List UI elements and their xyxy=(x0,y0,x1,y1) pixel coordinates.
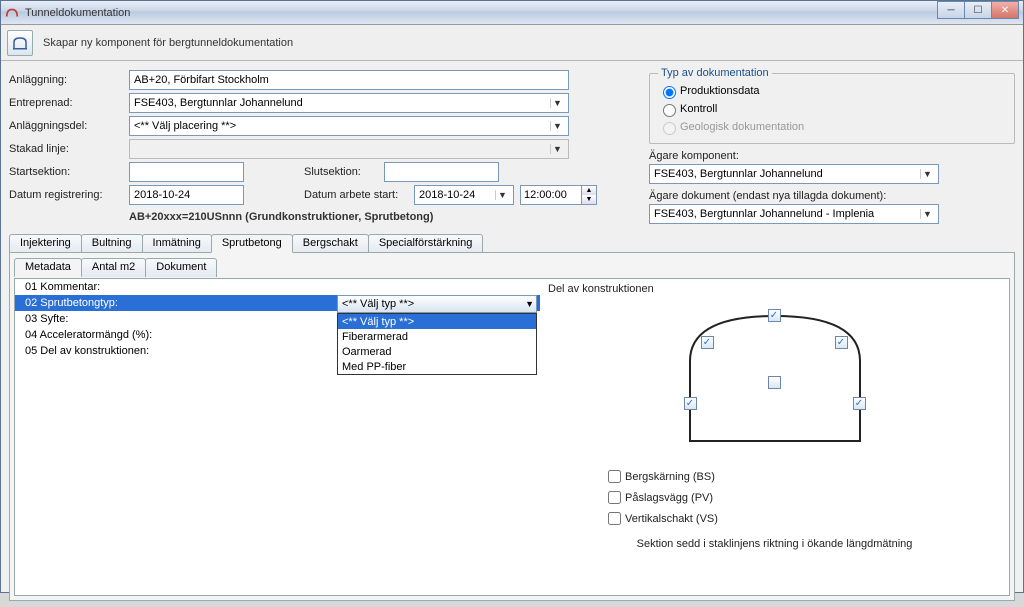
meta-row-kommentar[interactable]: 01 Kommentar: xyxy=(15,279,540,295)
time-field[interactable] xyxy=(520,185,582,205)
main-tabs: Injektering Bultning Inmätning Sprutbeto… xyxy=(9,233,1015,601)
radio-kontroll[interactable] xyxy=(663,104,676,117)
chevron-down-icon: ▼ xyxy=(550,144,564,154)
chevron-down-icon: ▼ xyxy=(920,209,934,219)
dd-option-med-pp-fiber[interactable]: Med PP-fiber xyxy=(338,359,536,374)
tunnel-check-right[interactable]: ✓ xyxy=(853,397,866,410)
sprutbetongtyp-dropdown[interactable]: <** Välj typ **> Fiberarmerad Oarmerad M… xyxy=(337,313,537,375)
form-right: Typ av dokumentation Produktionsdata Kon… xyxy=(629,67,1015,227)
minimize-button[interactable] xyxy=(937,1,965,19)
doc-type-legend: Typ av dokumentation xyxy=(658,67,772,79)
window-buttons xyxy=(938,1,1019,19)
konstruktion-checks: Bergskärning (BS) Påslagsvägg (PV) Verti… xyxy=(604,467,1001,528)
tunnel-check-top[interactable]: ✓ xyxy=(768,309,781,322)
chevron-down-icon: ▼ xyxy=(525,299,534,309)
konstruktion-note: Sektion sedd i staklinjens riktning i ök… xyxy=(548,538,1001,550)
datumarb-date[interactable]: 2018-10-24 ▼ xyxy=(414,185,514,205)
form-left: Anläggning: AB+20, Förbifart Stockholm E… xyxy=(9,67,629,227)
chevron-down-icon: ▼ xyxy=(550,98,564,108)
tunnel-check-upper-right[interactable]: ✓ xyxy=(835,336,848,349)
subtab-metadata[interactable]: Metadata xyxy=(14,258,82,277)
chevron-down-icon: ▼ xyxy=(495,190,509,200)
sub-tabstrip: Metadata Antal m2 Dokument xyxy=(14,257,1010,276)
metadata-list-pane: 01 Kommentar: 02 Sprutbetongtyp: 03 Syft… xyxy=(15,279,540,595)
dd-option-fiberarmerad[interactable]: Fiberarmerad xyxy=(338,329,536,344)
entreprenad-combo[interactable]: FSE403, Bergtunnlar Johannelund ▼ xyxy=(129,93,569,113)
toolbar-subtitle: Skapar ny komponent för bergtunneldokume… xyxy=(43,37,293,49)
summary-line: AB+20xxx=210USnnn (Grundkonstruktioner, … xyxy=(129,211,629,223)
stakadlinje-combo[interactable]: ▼ xyxy=(129,139,569,159)
subtab-dokument[interactable]: Dokument xyxy=(145,258,217,277)
anlaggningsdel-label: Anläggningsdel: xyxy=(9,120,129,132)
subtab-antal-m2[interactable]: Antal m2 xyxy=(81,258,146,277)
maximize-button[interactable] xyxy=(964,1,992,19)
stakadlinje-label: Stakad linje: xyxy=(9,143,129,155)
tunnel-check-center[interactable] xyxy=(768,376,781,389)
form-area: Anläggning: AB+20, Förbifart Stockholm E… xyxy=(9,67,1015,227)
tunnel-check-upper-left[interactable]: ✓ xyxy=(701,336,714,349)
konstruktion-title: Del av konstruktionen xyxy=(548,283,1001,295)
tab-sprutbetong[interactable]: Sprutbetong xyxy=(211,234,293,253)
owner-komponent-label: Ägare komponent: xyxy=(649,150,1015,162)
titlebar: Tunneldokumentation xyxy=(1,1,1023,25)
chevron-down-icon: ▼ xyxy=(920,169,934,179)
startsektion-field[interactable] xyxy=(129,162,244,182)
entreprenad-label: Entreprenad: xyxy=(9,97,129,109)
datumarb-label: Datum arbete start: xyxy=(304,189,414,201)
radio-produktionsdata[interactable] xyxy=(663,86,676,99)
anlaggning-field[interactable]: AB+20, Förbifart Stockholm xyxy=(129,70,569,90)
dd-option-oarmerad[interactable]: Oarmerad xyxy=(338,344,536,359)
startsektion-label: Startsektion: xyxy=(9,166,129,178)
app-icon xyxy=(5,6,19,20)
chevron-down-icon: ▼ xyxy=(550,121,564,131)
datumreg-field[interactable]: 2018-10-24 xyxy=(129,185,244,205)
window-title: Tunneldokumentation xyxy=(25,7,130,19)
tab-specialforstarkning[interactable]: Specialförstärkning xyxy=(368,234,484,253)
owner-dokument-combo[interactable]: FSE403, Bergtunnlar Johannelund - Implen… xyxy=(649,204,939,224)
owner-komponent-combo[interactable]: FSE403, Bergtunnlar Johannelund ▼ xyxy=(649,164,939,184)
tunnel-diagram: ✓ ✓ ✓ ✓ ✓ xyxy=(670,301,880,461)
slutsektion-field[interactable] xyxy=(384,162,499,182)
toolbar: Skapar ny komponent för bergtunneldokume… xyxy=(1,25,1023,61)
check-paslagsvagg[interactable] xyxy=(608,491,621,504)
tab-inmatning[interactable]: Inmätning xyxy=(142,234,212,253)
spin-buttons[interactable]: ▲▼ xyxy=(582,185,597,205)
dd-option-valj-typ[interactable]: <** Välj typ **> xyxy=(338,314,536,329)
konstruktion-pane: Del av konstruktionen ✓ ✓ ✓ ✓ ✓ xyxy=(540,279,1009,595)
tab-bultning[interactable]: Bultning xyxy=(81,234,143,253)
check-bergskarning[interactable] xyxy=(608,470,621,483)
datumreg-label: Datum registrering: xyxy=(9,189,129,201)
app-window: Tunneldokumentation Skapar ny komponent … xyxy=(0,0,1024,593)
main-tabpanel: Metadata Antal m2 Dokument 01 Kommentar:… xyxy=(9,252,1015,601)
main-tabstrip: Injektering Bultning Inmätning Sprutbeto… xyxy=(9,233,1015,252)
anlaggningsdel-combo[interactable]: <** Välj placering **> ▼ xyxy=(129,116,569,136)
tunnel-check-left[interactable]: ✓ xyxy=(684,397,697,410)
close-button[interactable] xyxy=(991,1,1019,19)
slutsektion-label: Slutsektion: xyxy=(304,166,384,178)
radio-geologisk xyxy=(663,122,676,135)
owner-dokument-label: Ägare dokument (endast nya tillagda doku… xyxy=(649,190,1015,202)
tab-injektering[interactable]: Injektering xyxy=(9,234,82,253)
toolbar-tunnel-button[interactable] xyxy=(7,30,33,56)
check-vertikalschakt[interactable] xyxy=(608,512,621,525)
tab-bergschakt[interactable]: Bergschakt xyxy=(292,234,369,253)
sub-tabpanel: 01 Kommentar: 02 Sprutbetongtyp: 03 Syft… xyxy=(14,278,1010,596)
sprutbetongtyp-combo[interactable]: <** Välj typ **> ▼ xyxy=(337,295,537,313)
anlaggning-label: Anläggning: xyxy=(9,74,129,86)
content: Anläggning: AB+20, Förbifart Stockholm E… xyxy=(1,61,1023,607)
time-spinner[interactable]: ▲▼ xyxy=(520,185,597,205)
doc-type-group: Typ av dokumentation Produktionsdata Kon… xyxy=(649,67,1015,144)
